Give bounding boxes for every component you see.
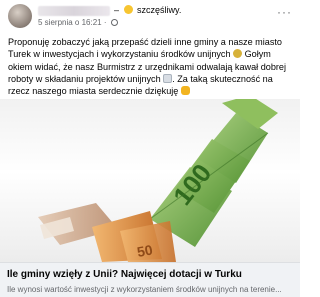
feeling-status: – szczęśliwy.: [114, 4, 181, 16]
post-meta: 5 sierpnia o 16:21 ·: [38, 18, 118, 28]
link-preview-image[interactable]: 100 50: [0, 99, 300, 262]
link-description[interactable]: Ile wynosi wartość inwestycji z wykorzys…: [7, 285, 295, 295]
feeling-text[interactable]: szczęśliwy.: [137, 5, 181, 15]
link-title[interactable]: Ile gminy wzięły z Unii? Najwięcej dotac…: [7, 269, 242, 281]
svg-text:50: 50: [136, 241, 154, 259]
thumbs-up-icon: [180, 86, 190, 96]
euro-banknote-arrow-image: 100 50: [38, 99, 278, 262]
more-options-button[interactable]: ···: [277, 6, 292, 18]
memo-icon: [163, 73, 173, 83]
post-header: – szczęśliwy. 5 sierpnia o 16:21 · ···: [8, 4, 292, 30]
link-preview-caption[interactable]: Ile gminy wzięły z Unii? Najwięcej dotac…: [0, 262, 300, 297]
post-text: Proponuję zobaczyć jaką przepaść dzieli …: [8, 37, 286, 97]
globe-icon[interactable]: [110, 19, 118, 26]
smiley-icon: [123, 5, 133, 14]
avatar[interactable]: [8, 4, 32, 28]
facebook-post: – szczęśliwy. 5 sierpnia o 16:21 · ··· P…: [0, 0, 300, 297]
author-name-blurred[interactable]: [38, 6, 110, 16]
smiling-face-icon: [233, 49, 243, 59]
post-date[interactable]: 5 sierpnia o 16:21: [38, 18, 102, 27]
meta-separator: ·: [103, 18, 107, 27]
feeling-prefix: –: [114, 5, 120, 15]
